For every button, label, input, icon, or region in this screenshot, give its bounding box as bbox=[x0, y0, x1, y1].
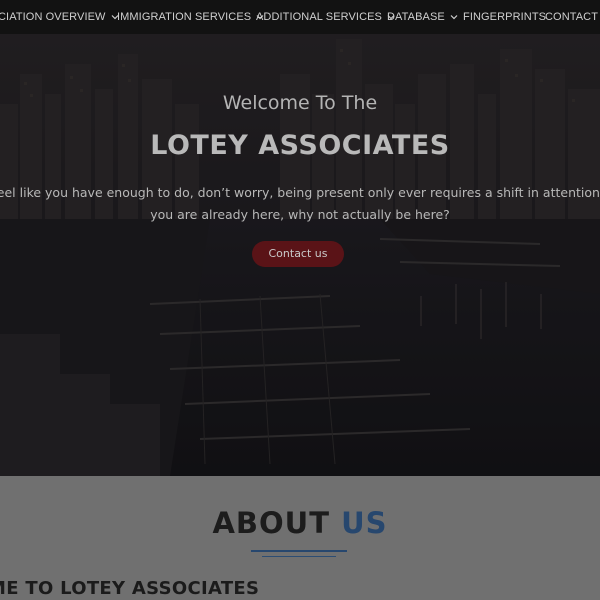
hero-tagline-line: you are already here, why not actually b… bbox=[150, 207, 450, 222]
nav-item-label: ADDITIONAL SERVICES bbox=[256, 11, 382, 23]
top-navigation: CIATION OVERVIEW IMMIGRATION SERVICES AD… bbox=[0, 0, 600, 34]
hero-brand-title: LOTEY ASSOCIATES bbox=[150, 130, 450, 161]
hero-section: Welcome To The LOTEY ASSOCIATES u feel l… bbox=[0, 34, 600, 476]
nav-item-contact-us[interactable]: CONTACT U bbox=[545, 0, 600, 34]
nav-item-database[interactable]: DATABASE bbox=[387, 0, 458, 34]
nav-item-fingerprints[interactable]: FINGERPRINTS bbox=[463, 0, 546, 34]
about-heading-part1: ABOUT bbox=[212, 506, 342, 540]
hero-tagline-line: u feel like you have enough to do, don’t… bbox=[0, 185, 600, 200]
nav-item-label: CONTACT U bbox=[545, 11, 600, 23]
heading-underline-secondary bbox=[262, 556, 336, 557]
heading-underline bbox=[251, 550, 347, 552]
hero-welcome-text: Welcome To The bbox=[222, 92, 378, 114]
about-section: ABOUT US ME TO LOTEY ASSOCIATES bbox=[0, 476, 600, 600]
chevron-down-icon bbox=[450, 13, 458, 21]
nav-item-additional-services[interactable]: ADDITIONAL SERVICES bbox=[256, 0, 395, 34]
nav-item-label: FINGERPRINTS bbox=[463, 11, 547, 23]
about-subheading: ME TO LOTEY ASSOCIATES bbox=[0, 578, 260, 599]
hero-tagline: u feel like you have enough to do, don’t… bbox=[0, 182, 600, 226]
about-heading: ABOUT US bbox=[0, 506, 600, 540]
nav-item-label: IMMIGRATION SERVICES bbox=[117, 11, 252, 23]
about-heading-part2: US bbox=[341, 506, 388, 540]
nav-item-immigration-services[interactable]: IMMIGRATION SERVICES bbox=[117, 0, 264, 34]
contact-us-button[interactable]: Contact us bbox=[252, 241, 344, 267]
nav-item-association-overview[interactable]: CIATION OVERVIEW bbox=[0, 0, 119, 34]
nav-item-label: CIATION OVERVIEW bbox=[0, 11, 106, 23]
nav-item-label: DATABASE bbox=[387, 11, 445, 23]
